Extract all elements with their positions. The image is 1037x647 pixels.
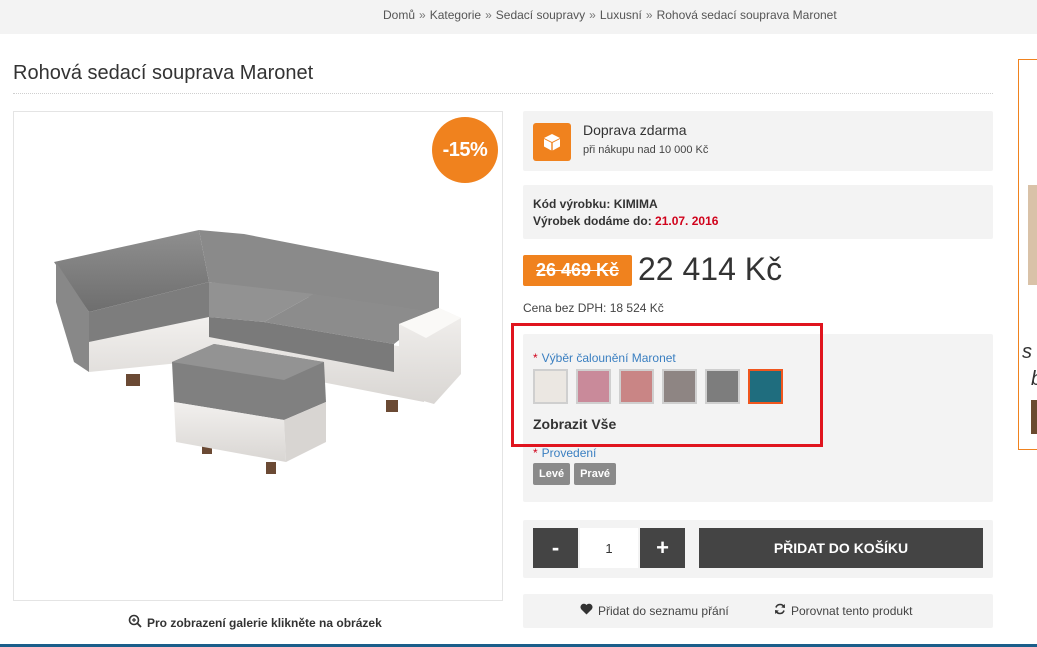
breadcrumb-categories[interactable]: Kategorie	[430, 8, 481, 22]
delivery-row: Výrobek dodáme do: 21.07. 2016	[533, 214, 718, 228]
variant-label-text: Provedení	[541, 446, 597, 460]
side-banner-image-2	[1031, 400, 1037, 434]
product-code-row: Kód výrobku: KIMIMA	[533, 197, 658, 211]
product-info-panel: Kód výrobku: KIMIMA Výrobek dodáme do: 2…	[523, 185, 993, 239]
heart-icon	[580, 603, 593, 618]
quantity-decrease-button[interactable]: -	[533, 528, 578, 568]
breadcrumb-current[interactable]: Rohová sedací souprava Maronet	[657, 8, 837, 22]
vat-label: Cena bez DPH:	[523, 301, 607, 315]
product-code-value: KIMIMA	[613, 197, 658, 211]
add-to-cart-button[interactable]: PŘIDAT DO KOŠÍKU	[699, 528, 983, 568]
gallery-hint[interactable]: Pro zobrazení galerie klikněte na obráze…	[128, 614, 382, 631]
gallery-hint-text: Pro zobrazení galerie klikněte na obráze…	[147, 615, 382, 630]
current-price: 22 414 Kč	[638, 251, 783, 287]
free-shipping-panel: Doprava zdarma při nákupu nad 10 000 Kč	[523, 111, 993, 171]
side-banner-text-2: b	[1031, 368, 1037, 391]
breadcrumb-separator: »	[485, 8, 492, 22]
shipping-subtitle: při nákupu nad 10 000 Kč	[583, 144, 709, 156]
variant-left-button[interactable]: Levé	[533, 463, 571, 485]
breadcrumb-separator: »	[589, 8, 596, 22]
variant-right-button[interactable]: Pravé	[574, 463, 617, 485]
refresh-icon	[774, 603, 786, 618]
breadcrumb-luxury[interactable]: Luxusní	[600, 8, 642, 22]
discount-badge: -15%	[432, 117, 498, 183]
old-price: 26 469 Kč	[523, 255, 632, 286]
add-to-wishlist-link[interactable]: Přidat do seznamu přání	[580, 603, 729, 618]
page-title: Rohová sedací souprava Maronet	[13, 62, 314, 84]
variant-label: * Provedení	[533, 446, 596, 460]
compare-product-link[interactable]: Porovnat tento produkt	[774, 603, 912, 618]
side-banner-text-1: s	[1022, 341, 1032, 363]
shipping-title: Doprava zdarma	[583, 122, 687, 138]
price-without-vat: Cena bez DPH: 18 524 Kč	[523, 301, 664, 315]
compare-label: Porovnat tento produkt	[791, 603, 913, 618]
quantity-increase-button[interactable]: +	[640, 528, 685, 568]
breadcrumb-home[interactable]: Domů	[383, 8, 415, 22]
breadcrumb: Domů» Kategorie» Sedací soupravy» Luxusní» R…	[383, 8, 837, 22]
product-code-label: Kód výrobku:	[533, 197, 611, 211]
highlight-frame	[511, 323, 823, 447]
zoom-icon	[128, 614, 142, 631]
side-banner-image	[1028, 185, 1037, 285]
breadcrumb-separator: »	[645, 8, 653, 22]
add-to-cart-panel: - + PŘIDAT DO KOŠÍKU	[523, 520, 993, 578]
title-divider	[13, 93, 993, 94]
delivery-label: Výrobek dodáme do:	[533, 214, 652, 228]
breadcrumb-sofas[interactable]: Sedací soupravy	[496, 8, 585, 22]
delivery-date: 21.07. 2016	[655, 214, 719, 228]
variant-buttons: Levé Pravé	[533, 463, 617, 485]
product-actions-bar: Přidat do seznamu přání Porovnat tento p…	[523, 594, 993, 628]
sofa-image	[54, 230, 461, 474]
box-icon	[533, 123, 571, 161]
product-image[interactable]	[13, 111, 503, 601]
required-mark: *	[533, 446, 538, 460]
wishlist-label: Přidat do seznamu přání	[598, 603, 729, 618]
quantity-input[interactable]	[580, 528, 638, 568]
vat-value: 18 524 Kč	[609, 301, 664, 315]
breadcrumb-separator: »	[419, 8, 426, 22]
